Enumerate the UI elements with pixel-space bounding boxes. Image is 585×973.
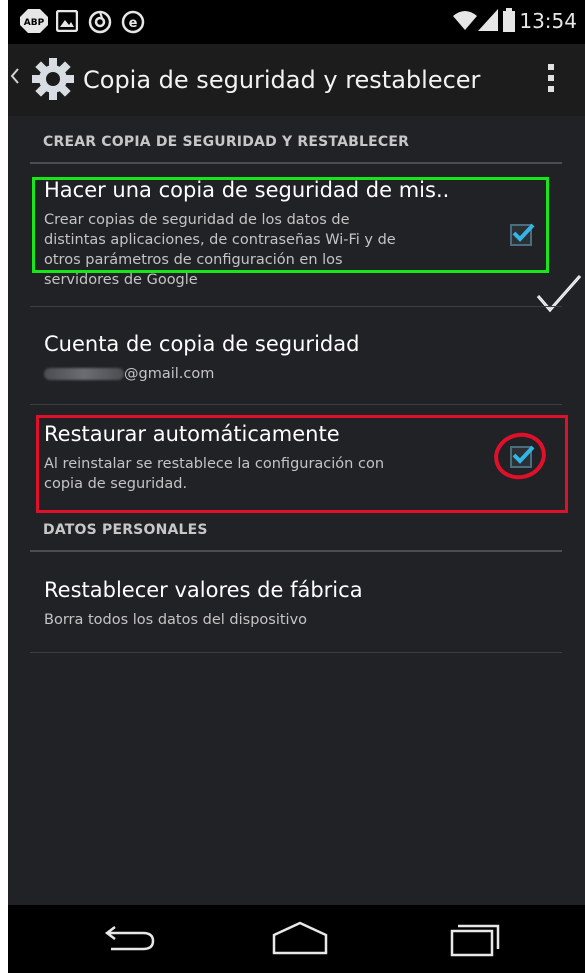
factory-reset-title: Restablecer valores de fábrica [44,578,363,602]
settings-gear-icon[interactable] [30,56,76,102]
navigation-bar [8,905,585,973]
red-circle-annotation [490,428,550,488]
overflow-menu-icon[interactable] [547,64,555,96]
backup-account-title: Cuenta de copia de seguridad [44,332,360,356]
wifi-icon [452,9,478,35]
factory-reset-setting[interactable]: Restablecer valores de fábrica Borra tod… [30,552,562,652]
backup-account-setting[interactable]: Cuenta de copia de seguridad @gmail.com [30,308,562,404]
back-icon[interactable] [103,921,157,959]
svg-text:ABP: ABP [24,18,45,28]
action-bar: Copia de seguridad y restablecer [8,44,585,116]
sync-icon [88,10,112,38]
adblock-plus-icon: ABP [20,9,48,37]
page-title: Copia de seguridad y restablecer [83,66,481,94]
status-time: 13:54 [519,9,577,33]
signal-icon [478,9,498,35]
factory-reset-description: Borra todos los datos del dispositivo [44,612,308,628]
list-divider [30,652,562,653]
svg-text:e: e [129,16,138,31]
section-header-personal: DATOS PERSONALES [43,522,208,538]
image-icon [55,9,79,36]
battery-icon [503,8,515,36]
red-highlight-box [36,415,568,513]
up-caret-icon[interactable] [10,66,20,91]
recent-apps-icon[interactable] [448,921,502,961]
backup-account-email: @gmail.com [44,364,214,384]
home-icon[interactable] [270,921,330,961]
blurred-username [44,368,124,380]
section-header-backup: CREAR COPIA DE SEGURIDAD Y RESTABLECER [43,134,410,150]
section-divider [30,162,562,164]
list-divider [30,306,562,307]
e-notification-icon: e [121,10,145,38]
screen: ABP e 13:54 Copia de seguridad y restabl… [8,0,585,973]
status-bar: ABP e 13:54 [8,0,585,44]
green-highlight-box [32,177,549,273]
list-divider [30,404,562,405]
